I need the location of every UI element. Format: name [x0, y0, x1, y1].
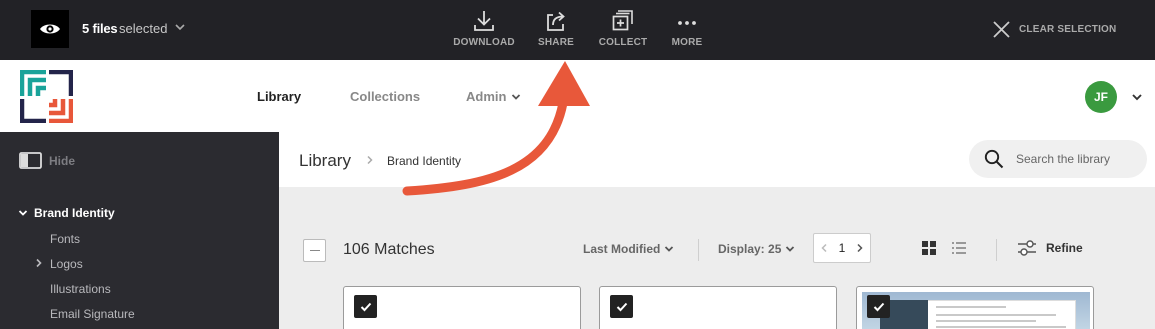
clear-selection-label: CLEAR SELECTION [1019, 24, 1117, 35]
search-input[interactable] [1016, 152, 1144, 166]
more-label: MORE [671, 37, 703, 48]
tree-item-logos[interactable]: Logos [50, 257, 83, 271]
chevron-down-icon[interactable] [1131, 93, 1143, 102]
chevron-down-icon [665, 246, 674, 252]
divider [996, 239, 997, 261]
display-select[interactable]: Display: 25 [718, 242, 795, 256]
card-checkbox[interactable] [867, 295, 890, 318]
nav-collections[interactable]: Collections [350, 89, 420, 104]
download-label: DOWNLOAD [453, 37, 515, 48]
logo[interactable] [20, 70, 73, 123]
avatar[interactable]: JF [1085, 81, 1117, 113]
selected-count: 5 files [82, 21, 118, 36]
tree-item-brand-identity[interactable]: Brand Identity [18, 206, 115, 220]
thumbnail-line [936, 306, 1006, 308]
asset-card[interactable] [856, 286, 1094, 329]
hide-sidebar-button[interactable]: Hide [19, 152, 75, 169]
hide-label: Hide [49, 153, 76, 168]
checkmark-icon [873, 302, 884, 311]
card-checkbox[interactable] [354, 295, 377, 318]
breadcrumb: Library Brand Identity [279, 132, 1155, 187]
more-icon [678, 21, 696, 25]
thumbnail-line [936, 320, 1036, 322]
chevron-down-icon[interactable] [174, 22, 186, 32]
selection-bar: 5 files selected DOWNLOAD SHARE COLLECT … [0, 0, 1155, 60]
page-number[interactable]: 1 [839, 241, 846, 255]
results-area: 106 Matches Last Modified Display: 25 1 [279, 187, 1155, 329]
deselect-all-checkbox[interactable] [303, 239, 326, 262]
download-button[interactable]: DOWNLOAD [452, 9, 516, 49]
matches-count: 106 Matches [343, 241, 435, 258]
chevron-down-icon [786, 246, 795, 252]
more-button[interactable]: MORE [662, 9, 712, 49]
sort-select[interactable]: Last Modified [583, 242, 674, 256]
search-icon [984, 149, 1004, 169]
sidebar: Hide Brand Identity Fonts Logos Illustra… [0, 132, 279, 329]
chevron-right-icon[interactable] [856, 243, 864, 253]
asset-thumbnail [862, 292, 1090, 329]
tree-item-email-signature[interactable]: Email Signature [50, 307, 135, 321]
eye-icon [40, 24, 60, 34]
thumbnail-line [936, 314, 1056, 316]
download-icon [474, 11, 494, 31]
app-header: Library Collections Admin JF [0, 60, 1155, 132]
pagination: 1 [813, 233, 871, 263]
collect-icon [612, 10, 633, 31]
tree-root-label: Brand Identity [34, 206, 115, 220]
chevron-right-icon [367, 155, 373, 165]
breadcrumb-root[interactable]: Library [299, 151, 351, 171]
asset-card[interactable] [599, 286, 837, 329]
share-icon [547, 11, 565, 31]
sort-label: Last Modified [583, 242, 661, 256]
clear-selection-button[interactable]: CLEAR SELECTION [993, 21, 1116, 38]
preview-toggle-button[interactable] [31, 10, 69, 48]
share-label: SHARE [537, 37, 574, 48]
refine-button[interactable]: Refine [1017, 239, 1083, 257]
selected-label: selected [119, 21, 168, 36]
share-button[interactable]: SHARE [528, 9, 584, 49]
tree-item-illustrations[interactable]: Illustrations [50, 282, 111, 296]
chevron-left-icon[interactable] [820, 243, 828, 253]
checkmark-icon [360, 302, 371, 311]
nav-admin[interactable]: Admin [466, 89, 521, 104]
close-icon [993, 21, 1010, 38]
collect-label: COLLECT [598, 37, 648, 48]
tree-item-fonts[interactable]: Fonts [50, 232, 80, 246]
sliders-icon [1018, 240, 1036, 256]
grid-view-icon[interactable] [922, 241, 936, 255]
divider [698, 239, 699, 261]
sidebar-panel-icon [19, 152, 42, 169]
checkmark-icon [616, 302, 627, 311]
card-checkbox[interactable] [610, 295, 633, 318]
chevron-down-icon [512, 93, 521, 100]
chevron-down-icon [18, 210, 28, 216]
nav-admin-label: Admin [466, 89, 507, 104]
nav-library[interactable]: Library [257, 89, 301, 104]
breadcrumb-current: Brand Identity [387, 154, 462, 168]
search-box[interactable] [969, 140, 1147, 178]
refine-label: Refine [1046, 241, 1083, 255]
chevron-right-icon[interactable] [35, 258, 43, 268]
collect-button[interactable]: COLLECT [596, 9, 650, 49]
display-label: Display: 25 [718, 242, 782, 256]
thumbnail-line [936, 326, 1066, 328]
list-view-icon[interactable] [952, 241, 966, 255]
asset-card[interactable] [343, 286, 581, 329]
